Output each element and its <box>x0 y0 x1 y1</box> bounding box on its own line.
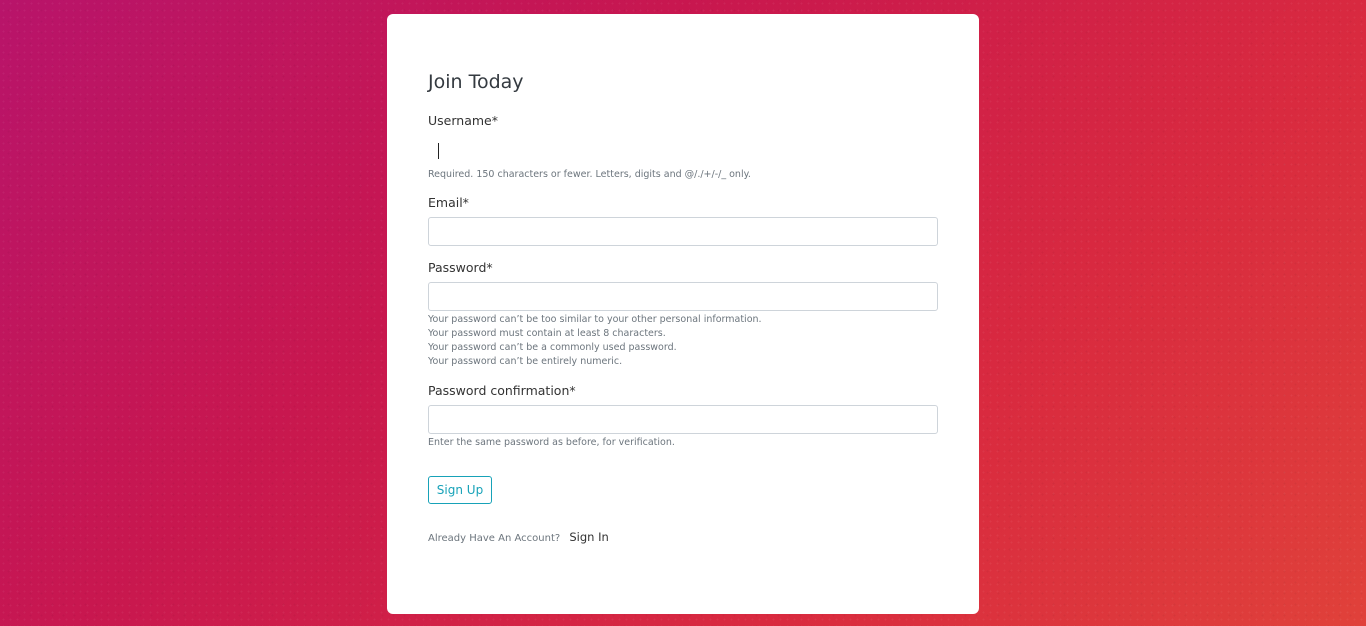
password-label: Password* <box>428 260 493 275</box>
password-group: Password* Your password can’t be too sim… <box>428 260 938 369</box>
password-help-list: Your password can’t be too similar to yo… <box>428 313 938 369</box>
password-help-item: Your password must contain at least 8 ch… <box>428 328 666 339</box>
text-cursor <box>438 143 439 159</box>
email-label: Email* <box>428 195 469 210</box>
username-help: Required. 150 characters or fewer. Lette… <box>428 169 751 180</box>
page-title: Join Today <box>428 71 524 93</box>
password-confirm-help: Enter the same password as before, for v… <box>428 437 675 448</box>
password-confirm-label: Password confirmation* <box>428 383 576 398</box>
password-confirm-field[interactable] <box>428 405 938 434</box>
signup-card: Join Today Username* Required. 150 chara… <box>387 14 979 614</box>
password-help-item: Your password can’t be a commonly used p… <box>428 342 677 353</box>
username-group: Username* Required. 150 characters or fe… <box>428 113 938 182</box>
signin-prompt-text: Already Have An Account? <box>428 533 561 544</box>
password-help-item: Your password can’t be too similar to yo… <box>428 314 762 325</box>
sign-up-button[interactable]: Sign Up <box>428 476 492 504</box>
username-label: Username* <box>428 113 498 128</box>
email-field[interactable] <box>428 217 938 246</box>
username-input[interactable] <box>428 136 938 164</box>
sign-in-link[interactable]: Sign In <box>569 530 608 544</box>
email-group: Email* <box>428 195 938 246</box>
signin-prompt: Already Have An Account? Sign In <box>428 530 609 544</box>
password-field[interactable] <box>428 282 938 311</box>
password-confirm-group: Password confirmation* Enter the same pa… <box>428 383 938 450</box>
password-help-item: Your password can’t be entirely numeric. <box>428 356 623 367</box>
